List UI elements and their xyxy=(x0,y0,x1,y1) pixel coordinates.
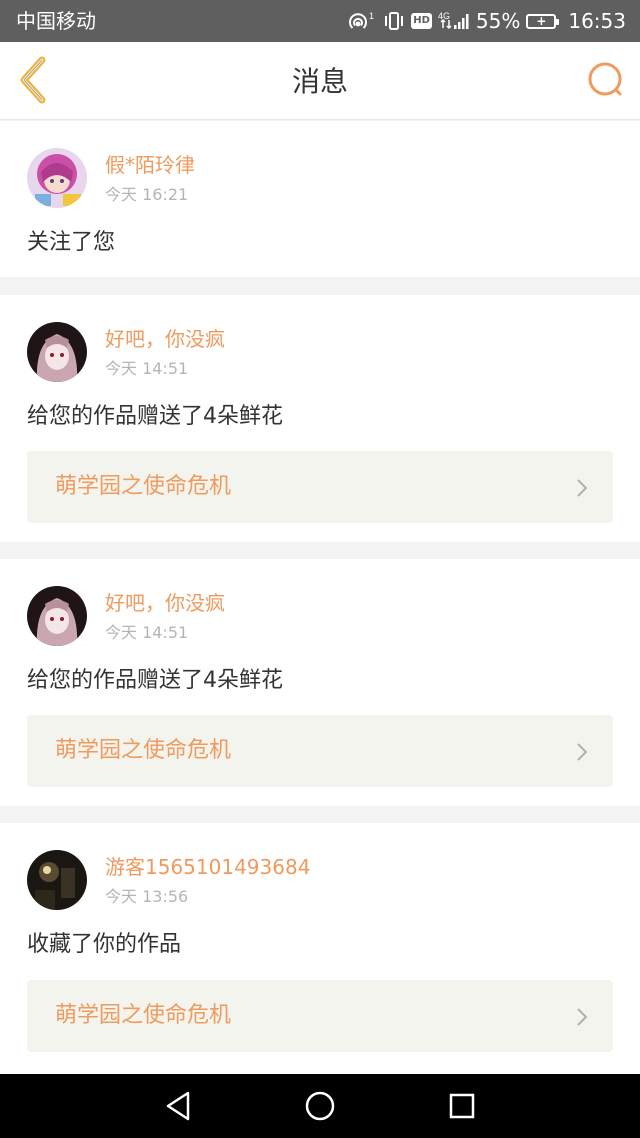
chevron-right-icon xyxy=(577,743,588,761)
timestamp: 今天 14:51 xyxy=(105,359,189,378)
notification-message: 给您的作品赠送了4朵鲜花 xyxy=(27,404,283,429)
avatar[interactable] xyxy=(27,148,87,208)
hotspot-icon: 1 xyxy=(347,10,377,32)
page-title: 消息 xyxy=(291,65,348,98)
circle-home-icon xyxy=(305,1091,335,1121)
work-link[interactable]: 萌学园之使命危机 xyxy=(27,715,613,787)
nav-home-button[interactable] xyxy=(302,1088,338,1124)
timestamp: 今天 13:56 xyxy=(105,887,189,906)
timestamp: 今天 16:21 xyxy=(105,185,189,204)
triangle-back-icon xyxy=(166,1091,190,1121)
hd-icon: HD xyxy=(411,10,432,32)
carrier-name: 中国移动 xyxy=(16,9,96,33)
nav-recents-button[interactable] xyxy=(444,1088,480,1124)
chevron-right-icon xyxy=(577,1008,588,1026)
work-link[interactable]: 萌学园之使命危机 xyxy=(27,451,613,523)
avatar[interactable] xyxy=(27,850,87,910)
square-recents-icon xyxy=(449,1093,475,1119)
notification-message: 给您的作品赠送了4朵鲜花 xyxy=(27,668,283,693)
notification-message: 关注了您 xyxy=(27,230,116,255)
notification-card: 游客1565101493684 今天 13:56 收藏了你的作品 萌学园之使命危… xyxy=(0,823,640,1074)
search-icon xyxy=(588,62,622,96)
notification-card: 好吧，你没疯 今天 14:51 给您的作品赠送了4朵鲜花 萌学园之使命危机 xyxy=(0,295,640,542)
avatar[interactable] xyxy=(27,322,87,382)
work-title: 萌学园之使命危机 xyxy=(55,1003,232,1028)
nav-back-button[interactable] xyxy=(160,1088,196,1124)
username[interactable]: 好吧，你没疯 xyxy=(105,326,225,352)
avatar[interactable] xyxy=(27,586,87,646)
work-title: 萌学园之使命危机 xyxy=(55,738,232,763)
app-header: 消息 xyxy=(0,42,640,120)
hd-label: HD xyxy=(411,13,432,29)
system-nav-bar xyxy=(0,1074,640,1138)
username[interactable]: 假*陌玲律 xyxy=(105,152,195,178)
notification-card: 好吧，你没疯 今天 14:51 给您的作品赠送了4朵鲜花 萌学园之使命危机 xyxy=(0,559,640,806)
status-icons: 1 HD 4G 55% + 16:53 xyxy=(347,8,626,34)
username[interactable]: 好吧，你没疯 xyxy=(105,590,225,616)
work-title: 萌学园之使命危机 xyxy=(55,474,232,499)
chevron-right-icon xyxy=(577,479,588,497)
battery-percent: 55% xyxy=(475,9,521,33)
network-type: 4G xyxy=(438,11,450,21)
hotspot-count: 1 xyxy=(369,11,374,21)
username[interactable]: 游客1565101493684 xyxy=(105,854,310,880)
clock: 16:53 xyxy=(568,9,626,33)
status-bar: 中国移动 1 HD 4G 55% + 16:53 xyxy=(0,0,640,42)
battery-icon: + xyxy=(526,10,560,32)
notification-message: 收藏了你的作品 xyxy=(27,932,182,957)
vibrate-icon xyxy=(383,10,405,32)
work-link[interactable]: 萌学园之使命危机 xyxy=(27,980,613,1052)
notification-card: 假*陌玲律 今天 16:21 关注了您 xyxy=(0,121,640,277)
signal-icon: 4G xyxy=(438,10,470,32)
timestamp: 今天 14:51 xyxy=(105,623,189,642)
search-button[interactable] xyxy=(586,60,626,100)
